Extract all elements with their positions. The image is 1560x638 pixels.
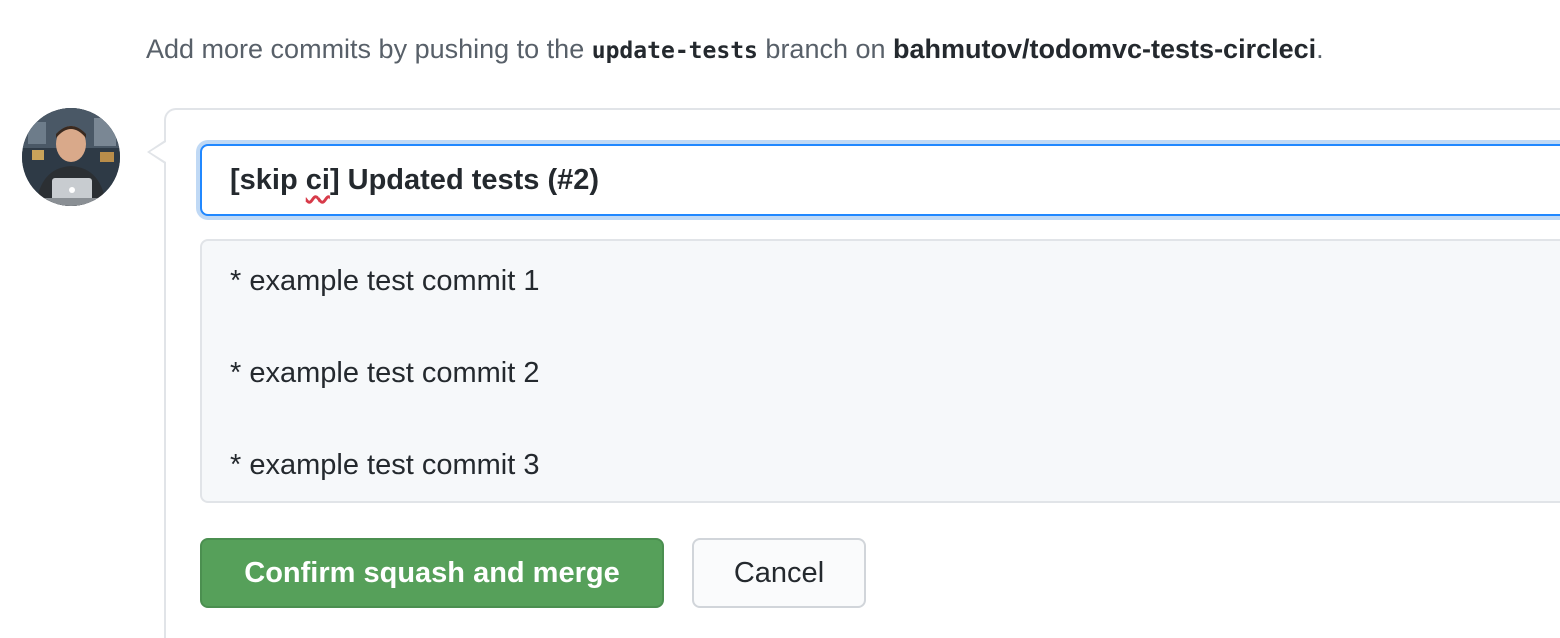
branch-name: update-tests	[591, 38, 758, 64]
hint-suffix: .	[1316, 34, 1324, 64]
commit-title-input[interactable]: [skip ci] Updated tests (#2)	[200, 144, 1560, 216]
title-misspelled-word: ci	[305, 164, 330, 196]
confirm-squash-merge-button[interactable]: Confirm squash and merge	[200, 538, 664, 608]
merge-page: Add more commits by pushing to the updat…	[0, 0, 1560, 638]
commit-body-textarea[interactable]: * example test commit 1 * example test c…	[200, 239, 1560, 503]
hint-middle: branch on	[765, 34, 886, 64]
commit-body-line: * example test commit 1	[230, 265, 540, 297]
avatar[interactable]	[22, 108, 120, 206]
hint-prefix: Add more commits by pushing to the	[146, 34, 585, 64]
commit-body-line: * example test commit 2	[230, 357, 540, 389]
push-hint: Add more commits by pushing to the updat…	[146, 30, 1324, 70]
user-avatar-icon	[22, 108, 120, 206]
title-prefix: [skip	[230, 164, 306, 196]
cancel-button[interactable]: Cancel	[692, 538, 866, 608]
repo-name: bahmutov/todomvc-tests-circleci	[893, 34, 1317, 64]
commit-body-line: * example test commit 3	[230, 449, 540, 481]
title-suffix: ] Updated tests (#2)	[329, 164, 600, 196]
card-pointer-inner	[150, 142, 166, 162]
